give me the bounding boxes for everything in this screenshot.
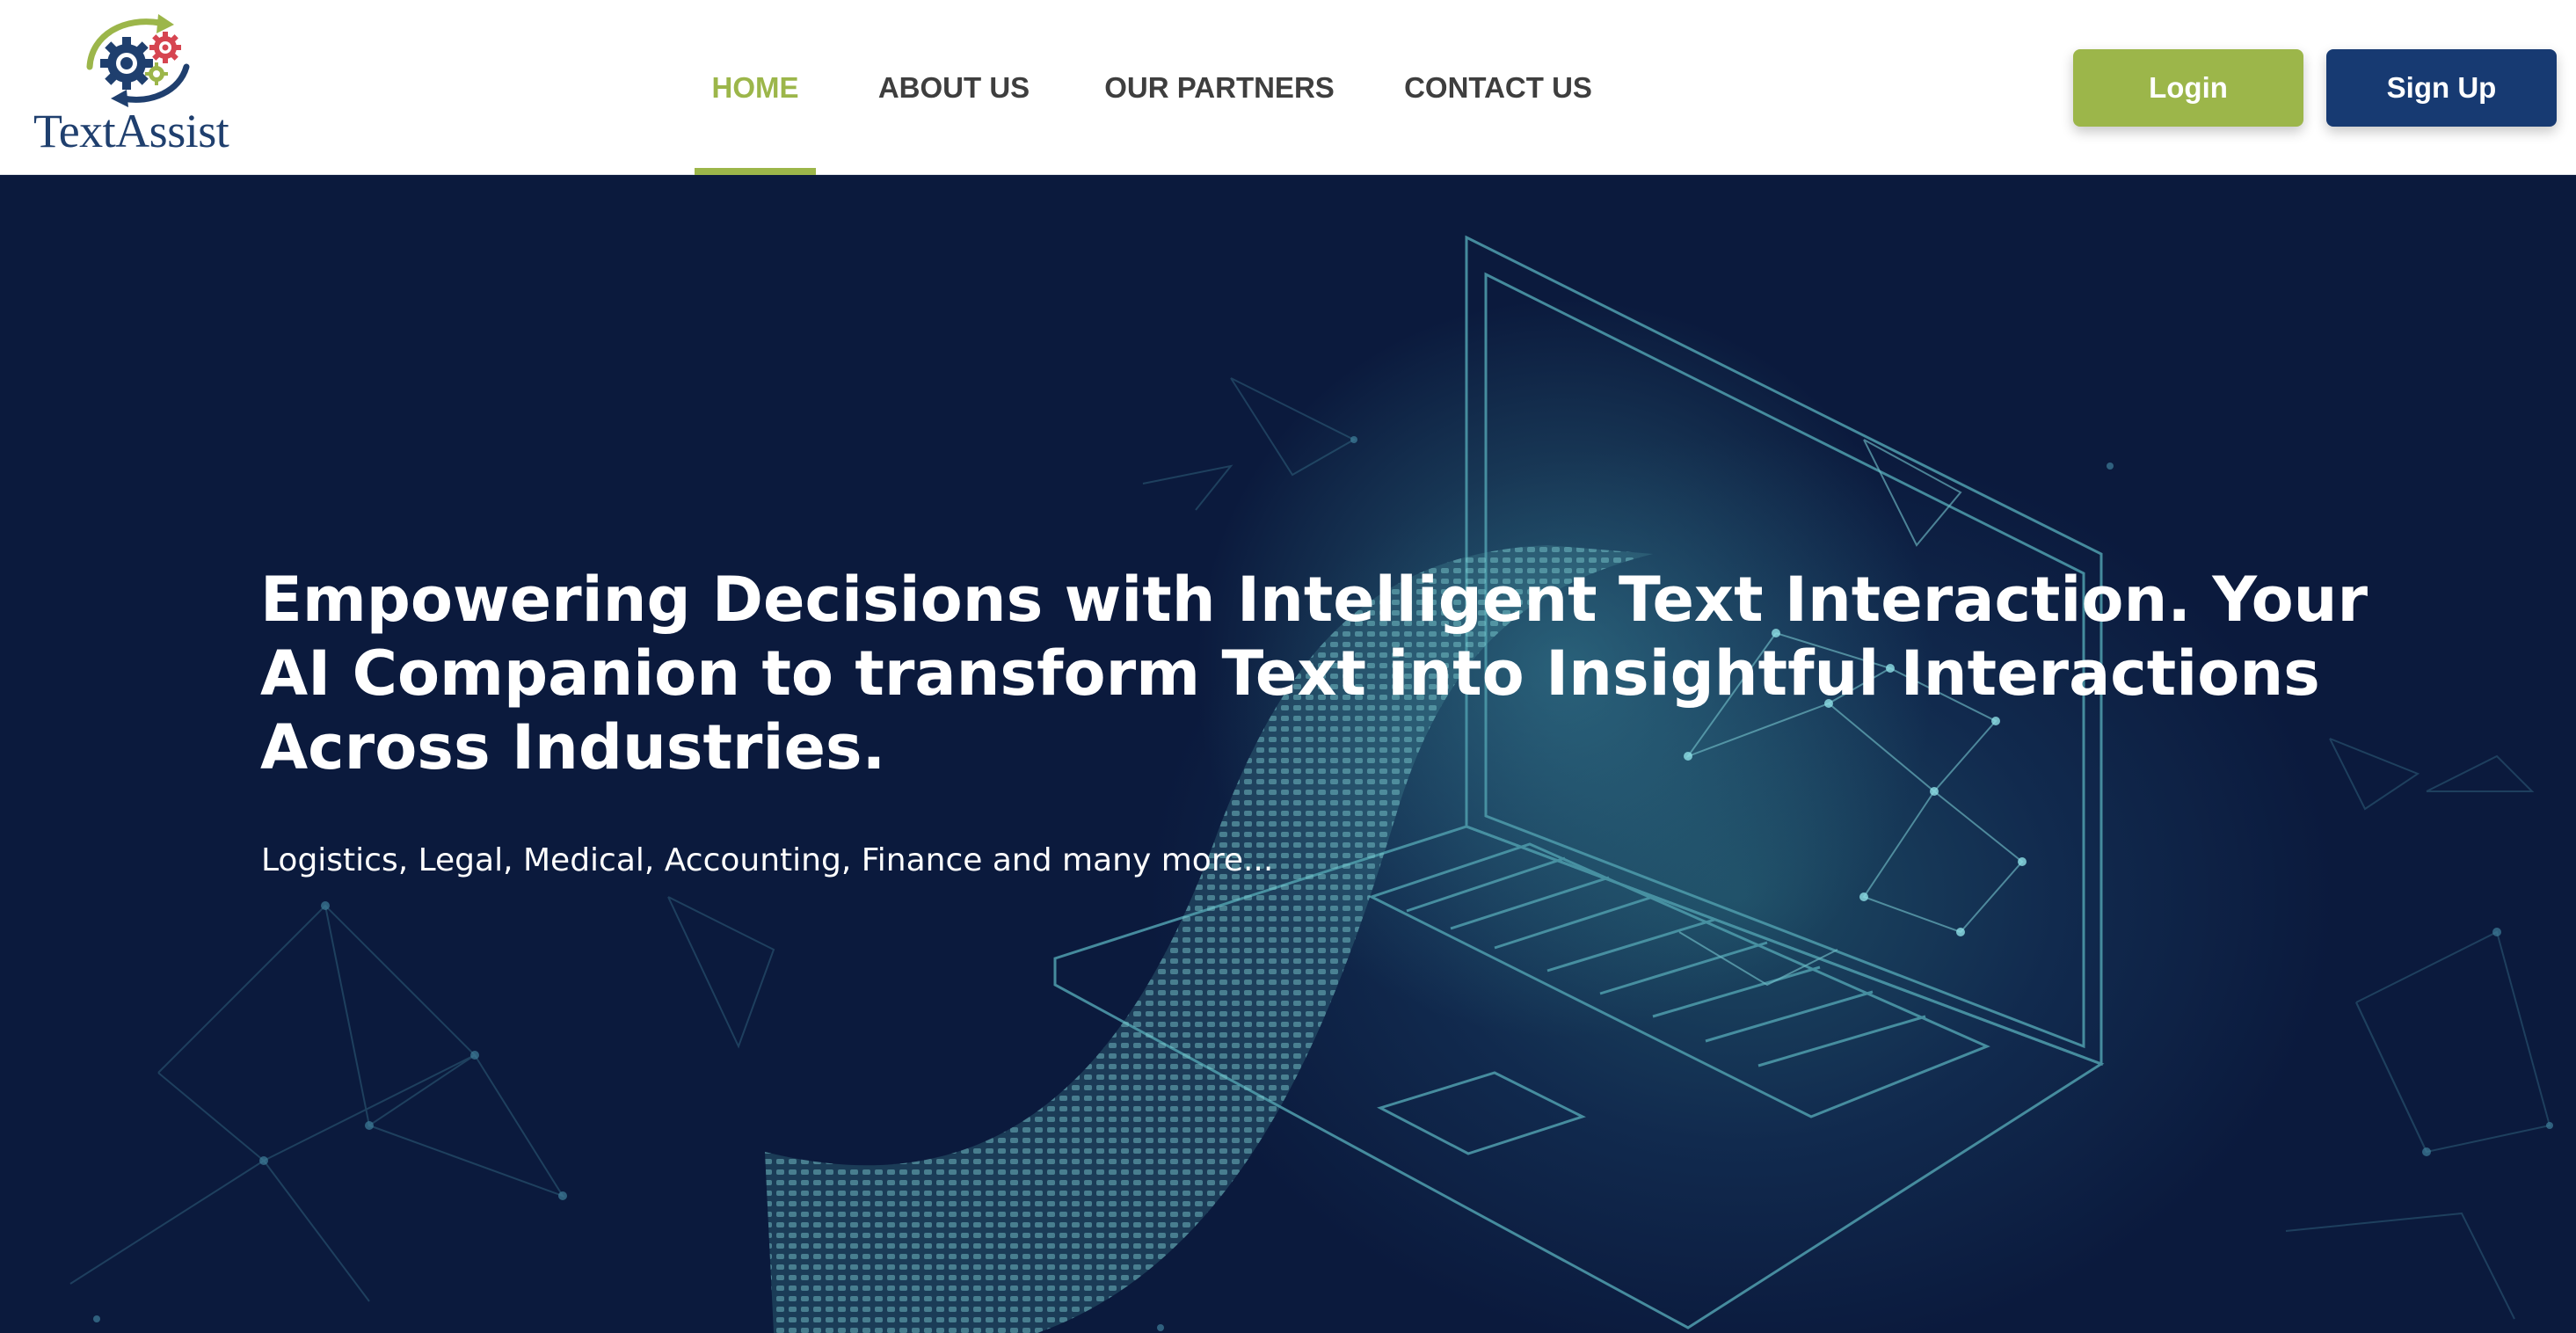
nav-active-indicator <box>695 168 816 175</box>
hero-section: Empowering Decisions with Intelligent Te… <box>0 176 2576 1333</box>
gears-arrows-logo-icon <box>86 14 190 107</box>
hero-industries-subtitle: Logistics, Legal, Medical, Accounting, F… <box>261 842 1274 878</box>
nav-contact-us-label: CONTACT US <box>1404 70 1592 104</box>
hero-headline: Empowering Decisions with Intelligent Te… <box>260 564 2369 783</box>
brand-logo[interactable]: TextAssist <box>33 12 244 162</box>
login-button[interactable]: Login <box>2073 49 2303 127</box>
brand-name: TextAssist <box>33 105 229 157</box>
nav-home[interactable]: HOME <box>695 0 816 175</box>
nav-our-partners-label: OUR PARTNERS <box>1104 70 1335 104</box>
nav-about-us-label: ABOUT US <box>877 70 1030 104</box>
site-header: TextAssist HOME ABOUT US OUR PARTNERS CO… <box>0 0 2576 175</box>
nav-home-label: HOME <box>711 70 799 104</box>
nav-our-partners[interactable]: OUR PARTNERS <box>1104 0 1335 175</box>
nav-about-us[interactable]: ABOUT US <box>870 0 1037 175</box>
sign-up-button[interactable]: Sign Up <box>2326 49 2557 127</box>
nav-contact-us[interactable]: CONTACT US <box>1404 0 1592 175</box>
